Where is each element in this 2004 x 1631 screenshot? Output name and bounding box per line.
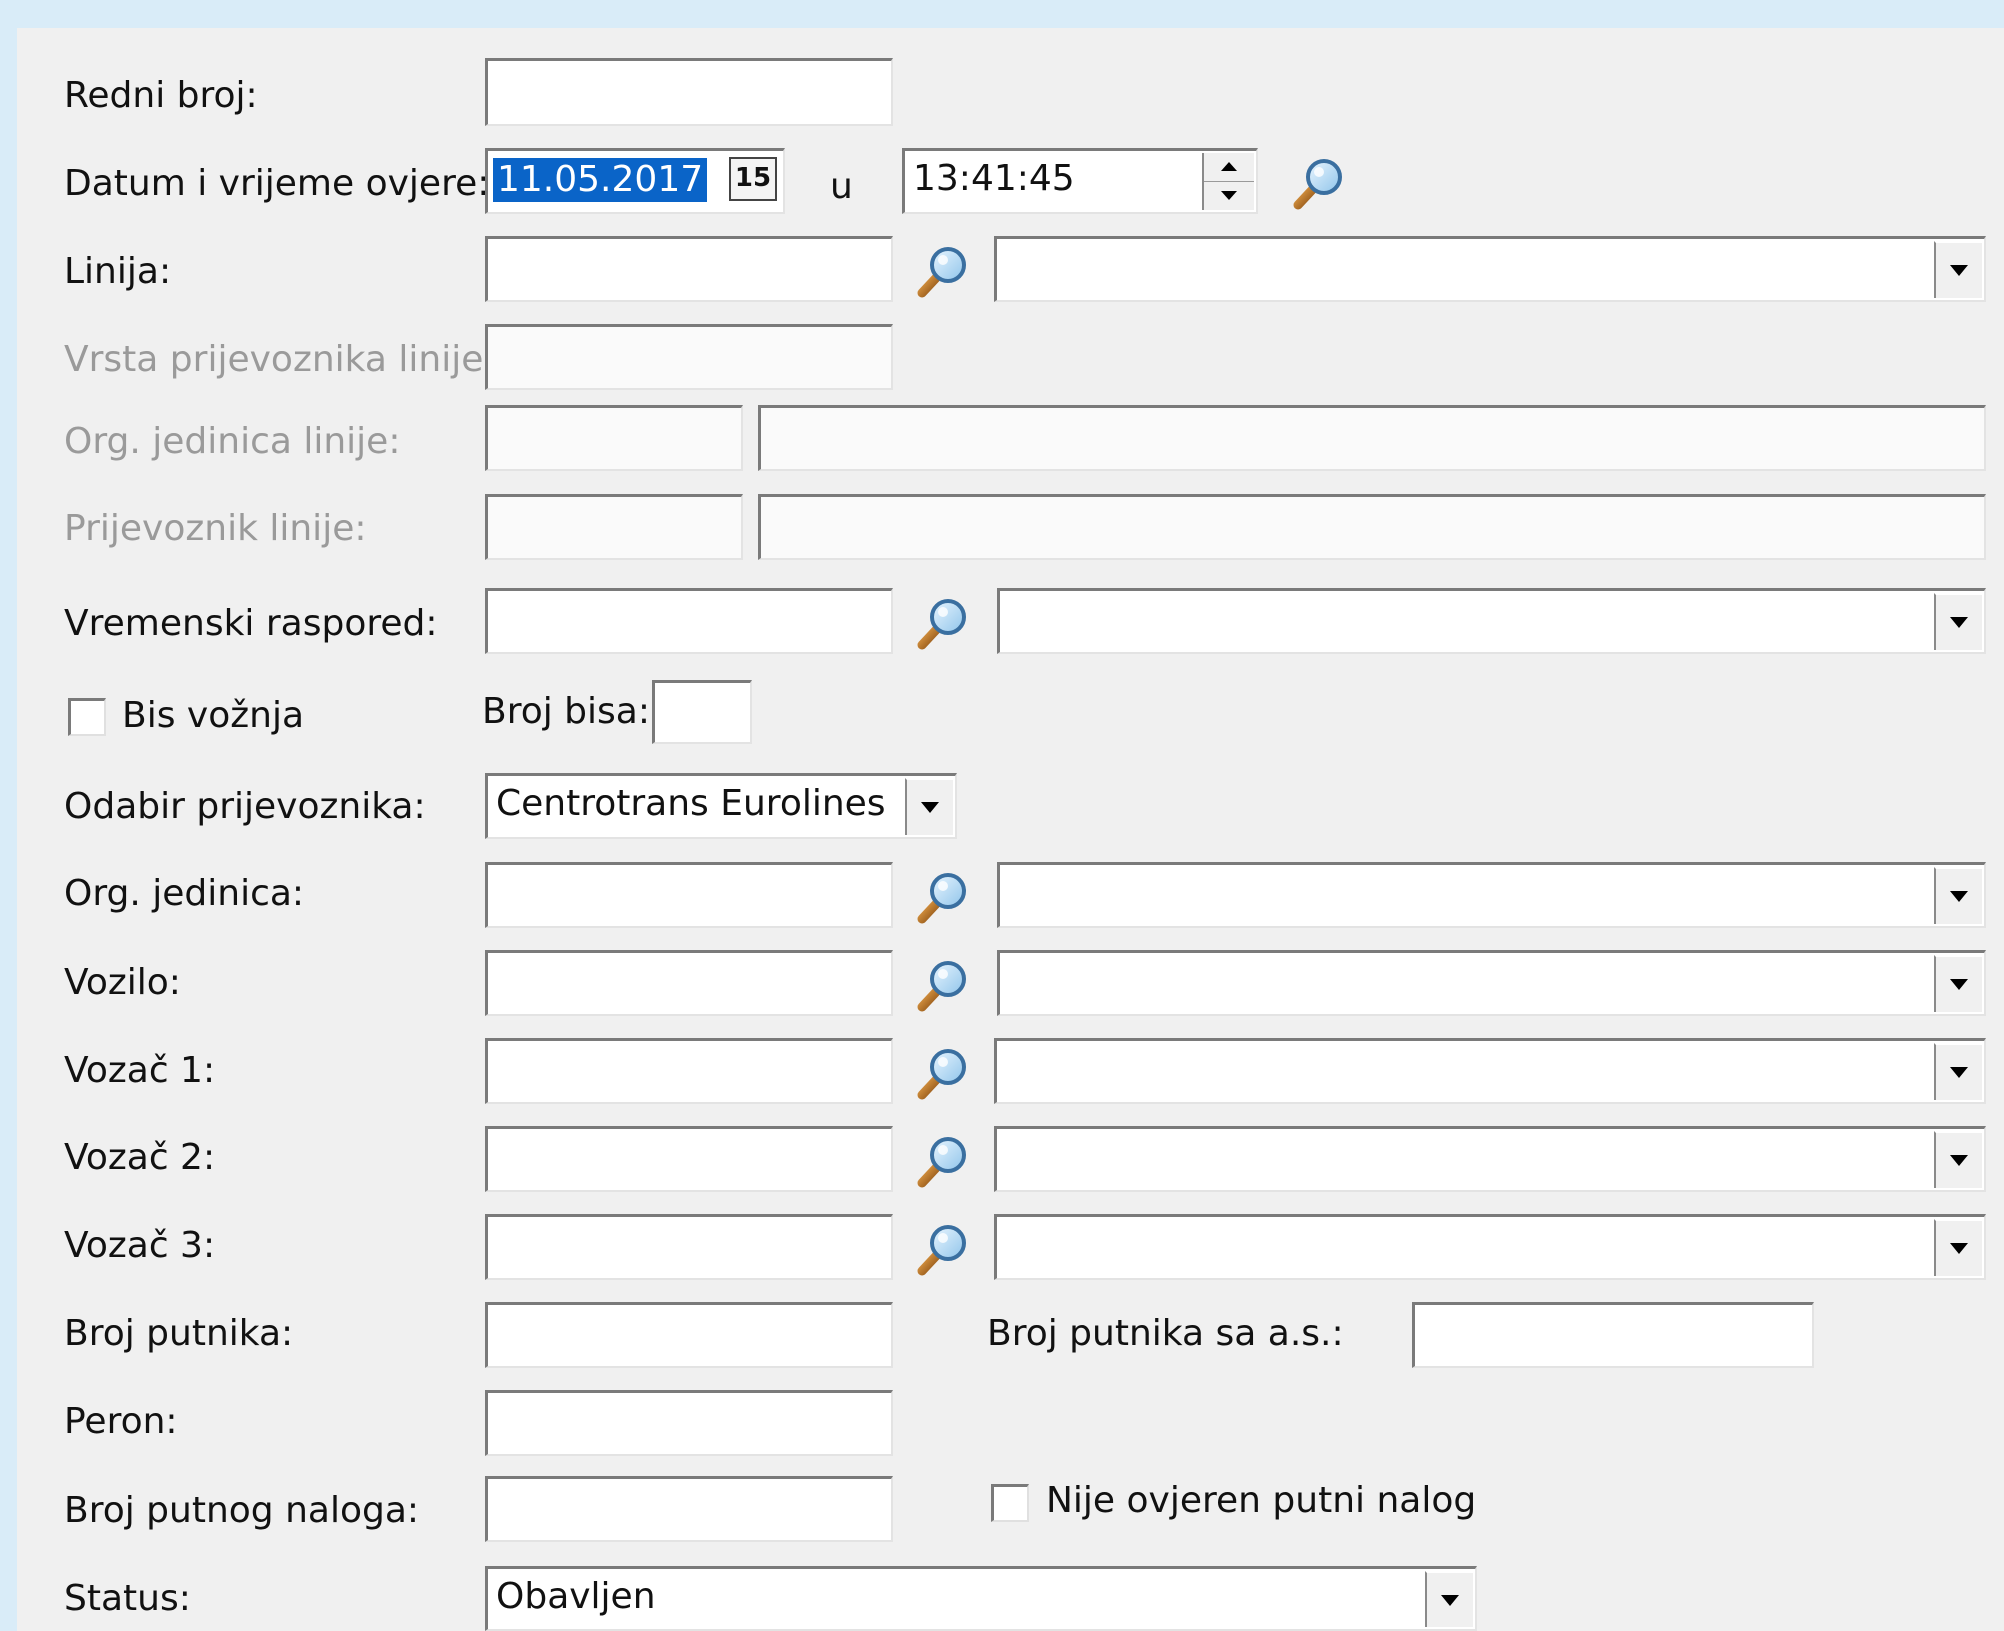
datum-ovjere-label: Datum i vrijeme ovjere: [64,163,490,204]
prijevoznik-linije-code-input [485,494,743,560]
linija-code-input[interactable] [485,236,893,302]
odabir-prijevoznika-value: Centrotrans Eurolines [496,783,886,824]
vrijeme-ovjere-time-input[interactable]: 13:41:45 [902,148,1258,214]
bis-voznja-checkbox[interactable] [68,698,106,736]
peron-label: Peron: [64,1401,178,1442]
chevron-down-icon[interactable] [1934,1131,1982,1188]
org-jedinica-magnifier-icon[interactable] [914,866,974,926]
broj-bisa-label: Broj bisa: [482,691,650,732]
chevron-down-icon[interactable] [1425,1571,1473,1627]
spinner-down-icon[interactable] [1204,182,1254,211]
vrsta-prijevoznika-linije-input [485,324,893,390]
prijevoznik-linije-label: Prijevoznik linije: [64,508,367,549]
vremenski-raspored-dropdown[interactable] [997,588,1986,654]
broj-putnika-input[interactable] [485,1302,893,1368]
vozac1-code-input[interactable] [485,1038,893,1104]
datum-connector-label: u [830,166,853,207]
calendar-icon[interactable]: 15 [729,157,777,201]
status-label: Status: [64,1578,191,1619]
vozilo-label: Vozilo: [64,962,181,1003]
odabir-prijevoznika-label: Odabir prijevoznika: [64,786,426,827]
vremenski-raspored-label: Vremenski raspored: [64,603,438,644]
chevron-down-icon[interactable] [1934,593,1982,650]
broj-putnog-naloga-label: Broj putnog naloga: [64,1490,420,1531]
app-window: Redni broj: Datum i vrijeme ovjere: 11.0… [0,0,2004,1631]
chevron-down-icon[interactable] [1934,1043,1982,1100]
vremenski-raspored-magnifier-icon[interactable] [914,592,974,652]
org-jedinica-dropdown[interactable] [997,862,1986,928]
nije-ovjeren-label: Nije ovjeren putni nalog [1046,1480,1477,1521]
vremenski-raspored-code-input[interactable] [485,588,893,654]
date-value: 11.05.2017 [493,158,708,202]
vrsta-prijevoznika-linije-label: Vrsta prijevoznika linije: [64,339,496,380]
org-jedinica-label: Org. jedinica: [64,873,305,914]
vozilo-magnifier-icon[interactable] [914,954,974,1014]
vozac2-magnifier-icon[interactable] [914,1130,974,1190]
vozilo-code-input[interactable] [485,950,893,1016]
vozac1-dropdown[interactable] [994,1038,1986,1104]
linija-magnifier-icon[interactable] [914,240,974,300]
linija-name-dropdown[interactable] [994,236,1986,302]
org-jedinica-linije-code-input [485,405,743,471]
nije-ovjeren-checkbox[interactable] [991,1484,1029,1522]
bis-voznja-label: Bis vožnja [122,695,305,736]
vozac3-magnifier-icon[interactable] [914,1218,974,1278]
odabir-prijevoznika-select[interactable]: Centrotrans Eurolines [485,773,957,839]
redni-broj-input[interactable] [485,58,893,126]
org-jedinica-code-input[interactable] [485,862,893,928]
broj-putnika-sa-as-input[interactable] [1412,1302,1814,1368]
vozac3-dropdown[interactable] [994,1214,1986,1280]
chevron-down-icon[interactable] [905,778,953,835]
status-value: Obavljen [496,1576,656,1617]
datum-ovjere-date-picker[interactable]: 11.05.2017 15 [485,148,785,214]
chevron-down-icon[interactable] [1934,241,1982,298]
vozac1-magnifier-icon[interactable] [914,1042,974,1102]
broj-putnog-naloga-input[interactable] [485,1476,893,1542]
vozac2-label: Vozač 2: [64,1137,216,1178]
vozac3-code-input[interactable] [485,1214,893,1280]
chevron-down-icon[interactable] [1934,867,1982,924]
broj-putnika-label: Broj putnika: [64,1313,294,1354]
vozac1-label: Vozač 1: [64,1050,216,1091]
datum-lookup-magnifier-icon[interactable] [1290,152,1350,212]
redni-broj-label: Redni broj: [64,75,258,116]
broj-putnika-sa-as-label: Broj putnika sa a.s.: [987,1313,1344,1354]
org-jedinica-linije-name-input [758,405,1986,471]
vozac2-dropdown[interactable] [994,1126,1986,1192]
time-spinner[interactable] [1202,153,1254,210]
status-select[interactable]: Obavljen [485,1566,1477,1631]
chevron-down-icon[interactable] [1934,1219,1982,1276]
time-value: 13:41:45 [913,158,1075,199]
vozac2-code-input[interactable] [485,1126,893,1192]
vozilo-dropdown[interactable] [997,950,1986,1016]
peron-input[interactable] [485,1390,893,1456]
broj-bisa-input[interactable] [652,680,752,744]
org-jedinica-linije-label: Org. jedinica linije: [64,421,401,462]
vozac3-label: Vozač 3: [64,1225,216,1266]
prijevoznik-linije-name-input [758,494,1986,560]
spinner-up-icon[interactable] [1204,153,1254,182]
linija-label: Linija: [64,251,172,292]
chevron-down-icon[interactable] [1934,955,1982,1012]
